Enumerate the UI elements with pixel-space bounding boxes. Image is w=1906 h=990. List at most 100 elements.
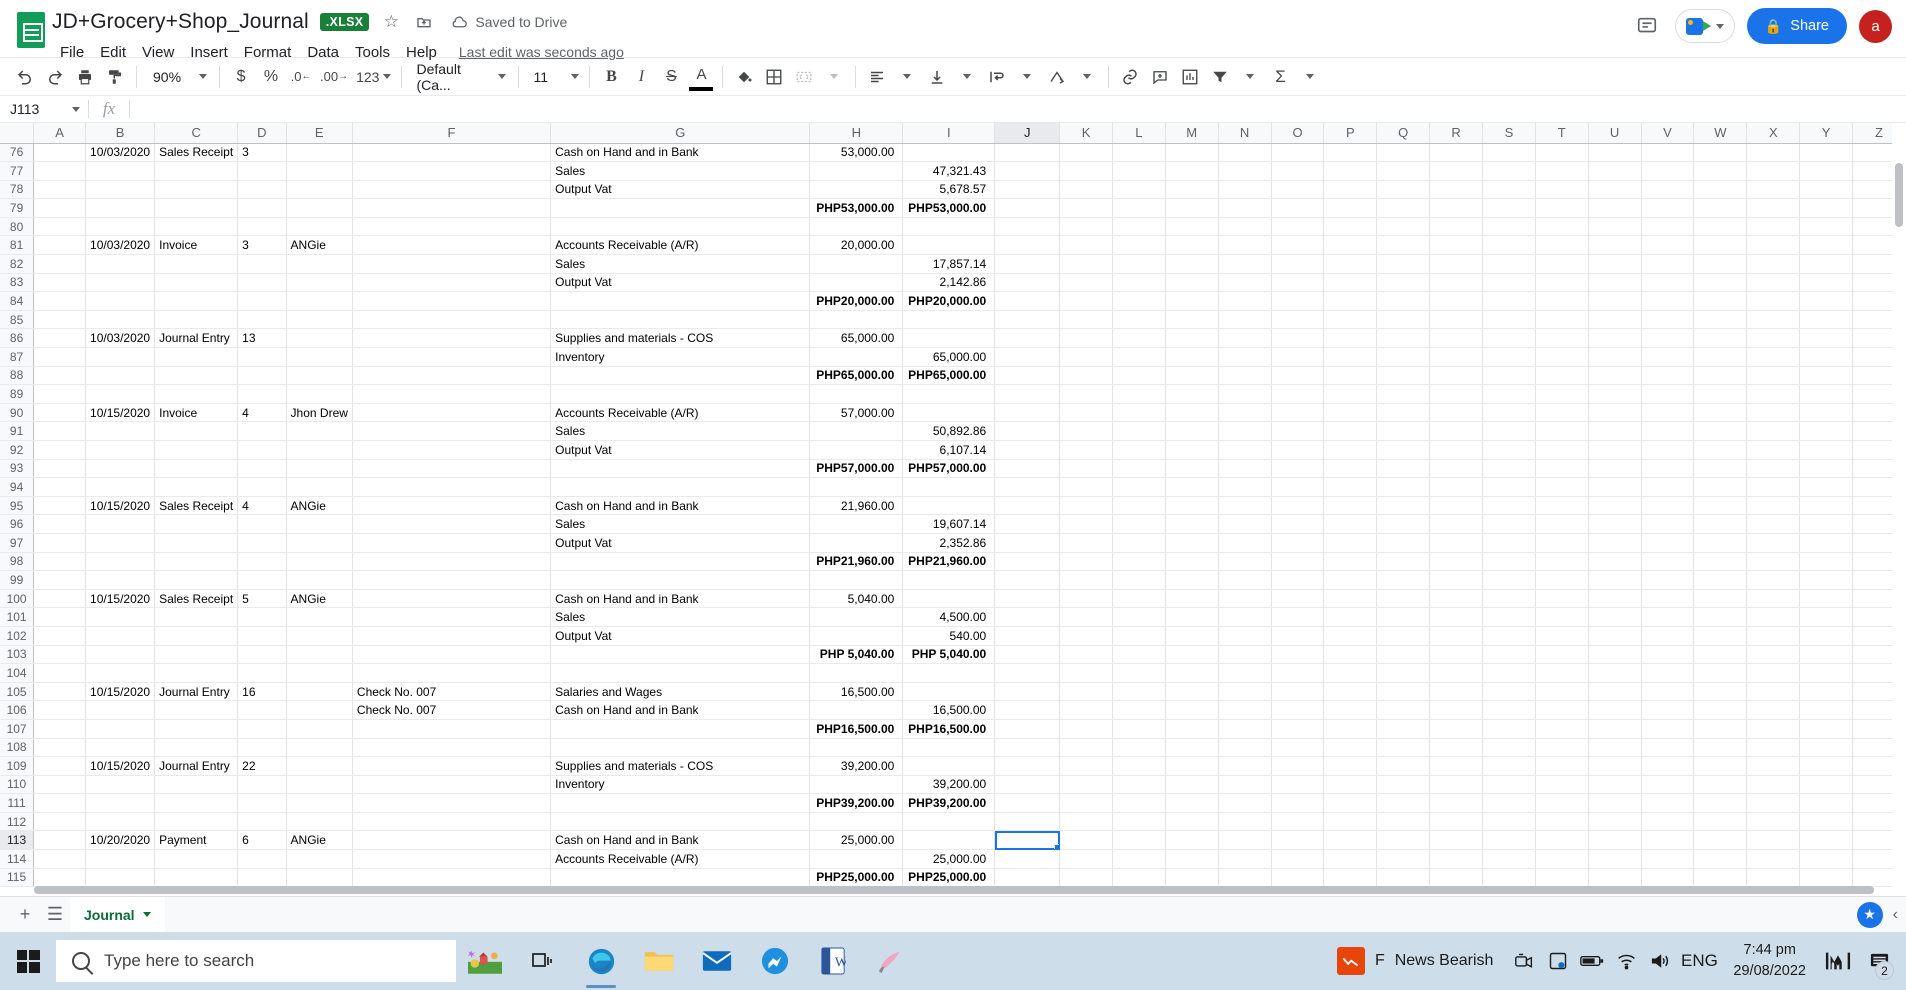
cell-J89[interactable] <box>994 384 1061 404</box>
cell-X82[interactable] <box>1746 254 1801 274</box>
cell-I95[interactable] <box>902 496 996 516</box>
cell-P89[interactable] <box>1323 384 1378 404</box>
cell-Q110[interactable] <box>1376 775 1431 795</box>
cell-K100[interactable] <box>1059 589 1113 609</box>
cell-M104[interactable] <box>1165 663 1219 683</box>
avatar[interactable]: a <box>1859 9 1892 43</box>
cell-L90[interactable] <box>1112 403 1166 423</box>
column-header-a[interactable]: A <box>33 123 87 144</box>
cell-U101[interactable] <box>1588 607 1642 627</box>
cell-E85[interactable] <box>286 310 353 330</box>
cell-E101[interactable] <box>286 607 353 627</box>
column-header-q[interactable]: Q <box>1376 123 1431 144</box>
cell-Y99[interactable] <box>1799 570 1854 590</box>
cell-O94[interactable] <box>1271 477 1325 497</box>
cell-Y111[interactable] <box>1799 793 1854 813</box>
cell-Y113[interactable] <box>1799 830 1854 851</box>
cell-D95[interactable]: 4 <box>237 496 287 516</box>
cell-B114[interactable] <box>85 849 156 869</box>
cell-T110[interactable] <box>1535 775 1589 795</box>
cell-B78[interactable] <box>85 180 156 200</box>
cell-N86[interactable] <box>1218 328 1272 349</box>
cell-R83[interactable] <box>1429 273 1484 293</box>
cell-J85[interactable] <box>994 310 1061 330</box>
cell-A106[interactable] <box>33 700 87 720</box>
battery-icon[interactable] <box>1575 932 1609 990</box>
cell-G103[interactable] <box>550 645 811 665</box>
column-header-b[interactable]: B <box>85 123 156 144</box>
wifi-icon[interactable] <box>1609 932 1643 990</box>
row-header-84[interactable]: 84 <box>0 291 35 311</box>
share-button[interactable]: 🔒 Share <box>1746 8 1847 44</box>
cell-S80[interactable] <box>1482 217 1536 237</box>
cell-A84[interactable] <box>33 291 87 311</box>
cell-A95[interactable] <box>33 496 87 516</box>
column-header-o[interactable]: O <box>1271 123 1325 144</box>
move-to-folder-icon[interactable] <box>413 11 435 33</box>
cell-I98[interactable]: PHP21,960.00 <box>902 551 996 572</box>
cell-G108[interactable] <box>550 738 811 758</box>
cell-C81[interactable]: Invoice <box>154 235 239 256</box>
cell-O96[interactable] <box>1271 514 1325 534</box>
cell-M107[interactable] <box>1165 719 1219 739</box>
cell-A93[interactable] <box>33 459 87 479</box>
cell-X102[interactable] <box>1746 626 1801 646</box>
cell-X88[interactable] <box>1746 366 1801 386</box>
cell-D84[interactable] <box>237 291 287 311</box>
cell-X81[interactable] <box>1746 235 1801 256</box>
cell-A112[interactable] <box>33 812 87 832</box>
cell-X89[interactable] <box>1746 384 1801 404</box>
cell-A86[interactable] <box>33 328 87 349</box>
cell-U108[interactable] <box>1588 738 1642 758</box>
cell-V105[interactable] <box>1641 682 1695 702</box>
cell-C88[interactable] <box>154 366 239 386</box>
collapse-icon[interactable]: ‹ <box>1893 906 1898 924</box>
cell-H97[interactable] <box>809 533 904 553</box>
cell-X107[interactable] <box>1746 719 1801 739</box>
cell-L102[interactable] <box>1112 626 1166 646</box>
cell-K92[interactable] <box>1059 440 1113 460</box>
cell-K94[interactable] <box>1059 477 1113 497</box>
cell-F78[interactable] <box>352 180 552 200</box>
cell-A110[interactable] <box>33 775 87 795</box>
cell-A76[interactable] <box>33 143 87 163</box>
row-header-115[interactable]: 115 <box>0 868 35 888</box>
meet-now-icon[interactable] <box>1507 932 1541 990</box>
cell-A100[interactable] <box>33 589 87 609</box>
cell-F104[interactable] <box>352 663 552 683</box>
cell-P85[interactable] <box>1323 310 1378 330</box>
cell-M85[interactable] <box>1165 310 1219 330</box>
cell-O101[interactable] <box>1271 607 1325 627</box>
cell-T105[interactable] <box>1535 682 1589 702</box>
cell-F105[interactable]: Check No. 007 <box>352 682 552 702</box>
formula-input[interactable] <box>130 96 1906 122</box>
cell-B99[interactable] <box>85 570 156 590</box>
task-view-icon[interactable] <box>514 932 572 990</box>
cell-U111[interactable] <box>1588 793 1642 813</box>
cell-Q94[interactable] <box>1376 477 1431 497</box>
cell-G104[interactable] <box>550 663 811 683</box>
cell-F86[interactable] <box>352 328 552 349</box>
cell-S103[interactable] <box>1482 645 1536 665</box>
cell-X90[interactable] <box>1746 403 1801 423</box>
cell-W89[interactable] <box>1693 384 1748 404</box>
cell-L113[interactable] <box>1112 830 1166 851</box>
cell-A102[interactable] <box>33 626 87 646</box>
cell-Q90[interactable] <box>1376 403 1431 423</box>
cell-G105[interactable]: Salaries and Wages <box>550 682 811 702</box>
cell-I89[interactable] <box>902 384 996 404</box>
cell-H78[interactable] <box>809 180 904 200</box>
cell-V113[interactable] <box>1641 830 1695 851</box>
insert-link-icon[interactable] <box>1115 62 1145 92</box>
cell-P104[interactable] <box>1323 663 1378 683</box>
cell-V89[interactable] <box>1641 384 1695 404</box>
cell-X112[interactable] <box>1746 812 1801 832</box>
mi-icon[interactable] <box>1818 932 1858 990</box>
cell-W80[interactable] <box>1693 217 1748 237</box>
cell-T76[interactable] <box>1535 143 1589 163</box>
cell-P79[interactable] <box>1323 198 1378 218</box>
cell-P95[interactable] <box>1323 496 1378 516</box>
cell-I80[interactable] <box>902 217 996 237</box>
cell-Q91[interactable] <box>1376 421 1431 441</box>
cell-H88[interactable]: PHP65,000.00 <box>809 365 904 386</box>
